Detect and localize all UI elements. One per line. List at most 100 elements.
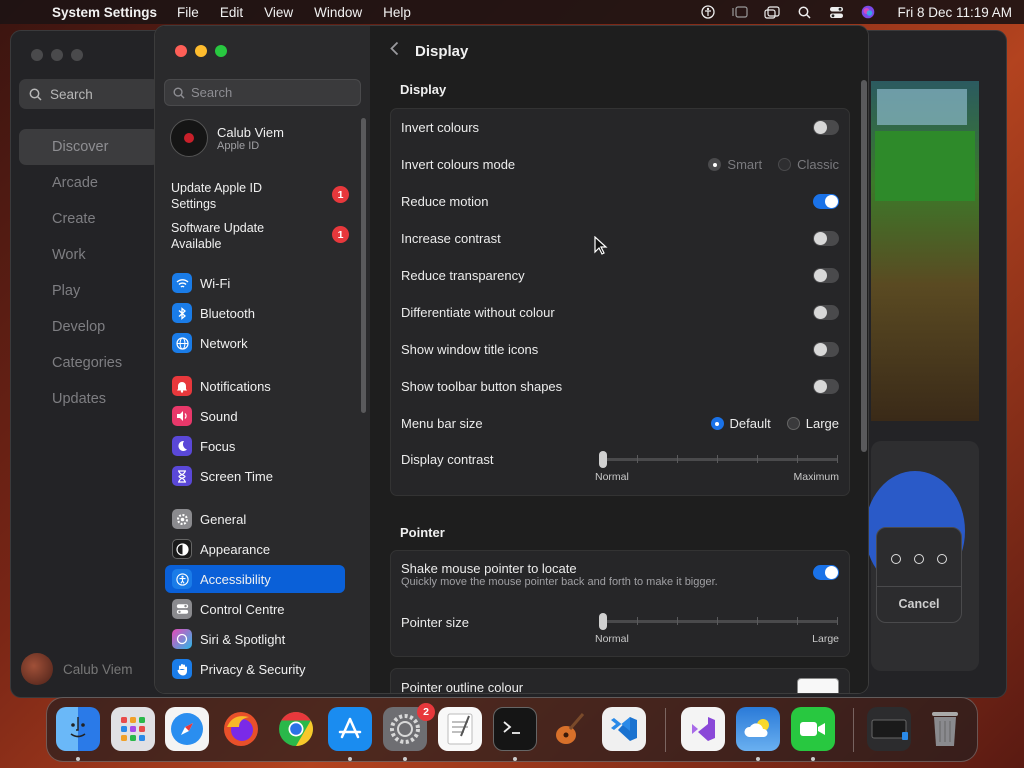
notice-software-update[interactable]: Software Update Available 1 <box>171 220 351 252</box>
sidebar-item-accessibility[interactable]: Accessibility <box>165 565 345 593</box>
preview-window-icon[interactable] <box>867 707 911 751</box>
sidebar-item-general[interactable]: General <box>165 505 345 533</box>
app-store-nav-discover[interactable]: Discover <box>19 129 159 165</box>
sidebar-item-wifi[interactable]: Wi-Fi <box>165 269 345 297</box>
sidebar-item-focus[interactable]: Focus <box>165 432 345 460</box>
menu-window[interactable]: Window <box>314 5 362 20</box>
spotlight-icon[interactable] <box>795 5 813 19</box>
speaker-icon <box>172 406 192 426</box>
app-store-icon[interactable] <box>328 707 372 751</box>
app-store-nav-arcade[interactable]: Arcade <box>19 165 159 201</box>
sidebar-item-label: Bluetooth <box>200 305 255 321</box>
display-contrast-slider[interactable]: Normal Maximum <box>595 451 839 483</box>
finder-icon[interactable] <box>56 707 100 751</box>
app-store-nav-play[interactable]: Play <box>19 273 159 309</box>
pane-header: Display <box>370 26 868 76</box>
menu-file[interactable]: File <box>177 5 199 20</box>
back-chevron-icon[interactable] <box>390 41 399 61</box>
sidebar-item-control-centre[interactable]: Control Centre <box>165 595 345 623</box>
row-label: Differentiate without colour <box>401 305 555 320</box>
sidebar-item-notifications[interactable]: Notifications <box>165 372 345 400</box>
sidebar-item-network[interactable]: Network <box>165 329 345 357</box>
safari-icon[interactable] <box>165 707 209 751</box>
minimize-button[interactable] <box>195 45 207 57</box>
launchpad-icon[interactable] <box>111 707 155 751</box>
row-label: Reduce transparency <box>401 268 525 283</box>
slider-knob[interactable] <box>599 613 607 630</box>
menu-bar-large-radio[interactable]: Large <box>786 416 839 431</box>
app-store-user-name: Calub Viem <box>63 661 133 677</box>
sidebar-search-input[interactable]: Search <box>164 79 361 106</box>
screen-mirroring-icon[interactable] <box>763 5 781 19</box>
stage-manager-icon[interactable] <box>731 5 749 19</box>
invert-colours-toggle[interactable] <box>813 120 839 135</box>
sidebar-item-appearance[interactable]: Appearance <box>165 535 345 563</box>
trash-icon[interactable] <box>923 707 967 751</box>
menu-view[interactable]: View <box>264 5 293 20</box>
sidebar-item-label: Screen Time <box>200 468 273 484</box>
app-store-nav-create[interactable]: Create <box>19 201 159 237</box>
app-store-nav-work[interactable]: Work <box>19 237 159 273</box>
featured-artwork[interactable] <box>871 81 979 421</box>
apple-id-account[interactable]: Calub Viem Apple ID <box>170 119 284 157</box>
sidebar-item-bluetooth[interactable]: Bluetooth <box>165 299 345 327</box>
sidebar-item-siri-spotlight[interactable]: Siri & Spotlight <box>165 625 345 653</box>
notice-badge: 1 <box>332 186 349 203</box>
chrome-icon[interactable] <box>274 707 318 751</box>
pointer-size-slider[interactable]: Normal Large <box>595 613 839 645</box>
menu-app-name[interactable]: System Settings <box>52 5 157 20</box>
increase-contrast-toggle[interactable] <box>813 231 839 246</box>
app-store-nav: Discover Arcade Create Work Play Develop… <box>19 129 159 417</box>
visual-studio-icon[interactable] <box>681 707 725 751</box>
content-scrollbar[interactable] <box>861 80 867 452</box>
minimize-button[interactable] <box>51 49 63 61</box>
menu-clock[interactable]: Fri 8 Dec 11:19 AM <box>897 5 1012 20</box>
firefox-icon[interactable] <box>219 707 263 751</box>
sidebar-item-privacy-security[interactable]: Privacy & Security <box>165 655 345 683</box>
weather-icon[interactable] <box>736 707 780 751</box>
facetime-icon[interactable] <box>791 707 835 751</box>
slider-knob[interactable] <box>599 451 607 468</box>
app-store-nav-develop[interactable]: Develop <box>19 309 159 345</box>
accessibility-status-icon[interactable] <box>699 5 717 19</box>
slider-min-label: Normal <box>595 633 629 645</box>
sidebar-item-sound[interactable]: Sound <box>165 402 345 430</box>
zoom-button[interactable] <box>215 45 227 57</box>
cancel-button[interactable]: Cancel <box>877 597 961 611</box>
window-title-icons-toggle[interactable] <box>813 342 839 357</box>
app-store-search-field[interactable]: Search <box>19 79 159 109</box>
sidebar-item-screen-time[interactable]: Screen Time <box>165 462 345 490</box>
app-store-nav-updates[interactable]: Updates <box>19 381 159 417</box>
radio-label: Large <box>805 416 839 431</box>
zoom-button[interactable] <box>71 49 83 61</box>
garageband-icon[interactable] <box>547 707 591 751</box>
menu-help[interactable]: Help <box>383 5 411 20</box>
terminal-icon[interactable] <box>493 707 537 751</box>
notice-label: Update Apple ID Settings <box>171 181 263 211</box>
differentiate-toggle[interactable] <box>813 305 839 320</box>
reduce-transparency-toggle[interactable] <box>813 268 839 283</box>
control-centre-icon[interactable] <box>827 5 845 19</box>
menu-bar-default-radio[interactable]: Default <box>710 416 771 431</box>
vscode-icon[interactable] <box>602 707 646 751</box>
app-store-account[interactable]: Calub Viem <box>21 653 133 685</box>
sidebar-item-label: Notifications <box>200 378 271 394</box>
pointer-outline-colour-well[interactable] <box>797 677 839 693</box>
reduce-motion-toggle[interactable] <box>813 194 839 209</box>
invert-mode-classic-radio[interactable]: Classic <box>778 157 839 172</box>
siri-icon[interactable] <box>859 5 877 19</box>
textedit-icon[interactable] <box>438 707 482 751</box>
app-store-nav-categories[interactable]: Categories <box>19 345 159 381</box>
sidebar-item-label: Appearance <box>200 541 271 557</box>
shake-pointer-toggle[interactable] <box>813 565 839 580</box>
notice-update-apple-id[interactable]: Update Apple ID Settings 1 <box>171 180 351 212</box>
menu-edit[interactable]: Edit <box>220 5 243 20</box>
row-label: Reduce motion <box>401 194 489 209</box>
close-button[interactable] <box>31 49 43 61</box>
toolbar-shapes-toggle[interactable] <box>813 379 839 394</box>
artwork-crate <box>875 131 975 201</box>
invert-mode-smart-radio[interactable]: Smart <box>708 157 762 172</box>
app-store-window-controls <box>31 49 83 61</box>
sidebar-scrollbar[interactable] <box>361 118 366 413</box>
close-button[interactable] <box>175 45 187 57</box>
